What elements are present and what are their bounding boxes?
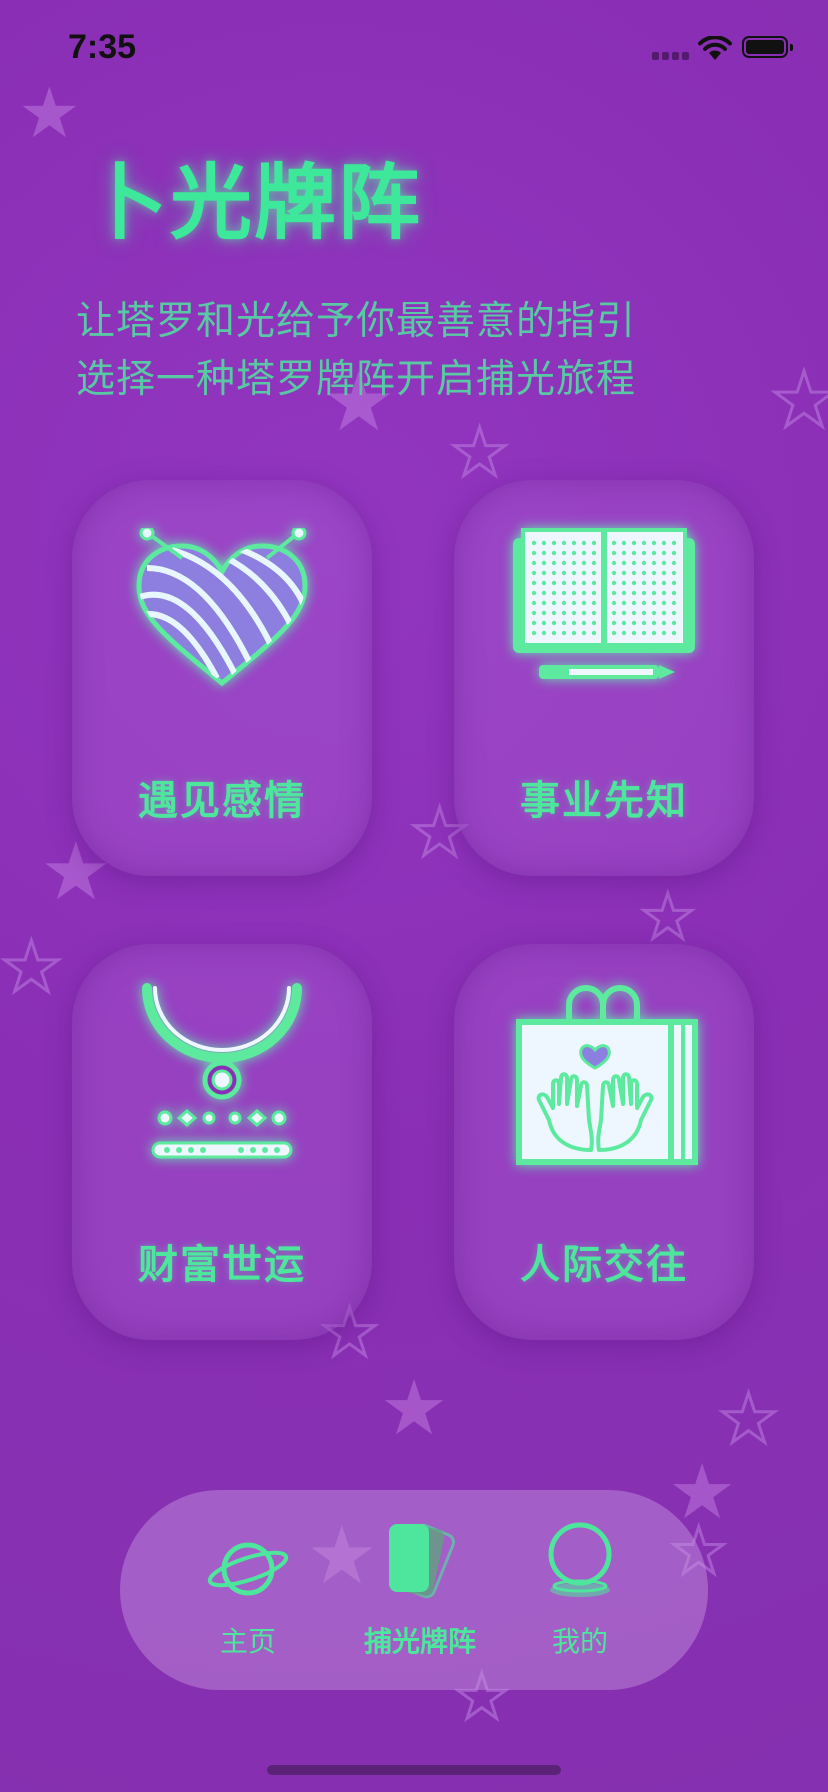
decor-star-icon: ★ <box>639 880 698 953</box>
status-time: 7:35 <box>68 28 137 66</box>
bottom-tab-bar: 主页 捕光牌阵 我的 <box>120 1490 708 1690</box>
cards-icon <box>389 1523 455 1599</box>
tab-mine[interactable]: 我的 <box>522 1490 638 1690</box>
battery-icon <box>742 36 793 58</box>
tab-home[interactable]: 主页 <box>190 1490 306 1690</box>
status-bar: 7:35 <box>0 0 828 100</box>
subtitle-line-1: 让塔罗和光给予你最善意的指引 <box>76 299 637 344</box>
gift-bag-hands-icon <box>516 985 698 1165</box>
decor-star-icon: ★ <box>0 926 64 1008</box>
card-label: 财富世运 <box>138 1242 306 1288</box>
decor-star-icon: ★ <box>768 355 828 444</box>
cellular-signal-icon <box>652 52 690 62</box>
wifi-icon <box>698 36 732 60</box>
spread-card-wealth[interactable]: 财富世运 <box>72 944 372 1340</box>
decor-star-icon: ★ <box>380 1363 449 1452</box>
decor-star-icon: ★ <box>717 1380 781 1459</box>
heart-yarn-icon <box>136 528 308 687</box>
spread-card-career[interactable]: 事业先知 <box>454 480 754 876</box>
card-label: 人际交往 <box>520 1242 688 1288</box>
necklace-icon <box>142 983 302 1159</box>
planet-icon <box>207 1542 289 1596</box>
page-title: 卜光牌阵 <box>86 156 423 251</box>
tab-label: 我的 <box>551 1625 608 1658</box>
tab-spreads[interactable]: 捕光牌阵 <box>350 1490 490 1690</box>
tab-label: 捕光牌阵 <box>363 1625 476 1658</box>
open-book-icon <box>513 528 695 679</box>
card-label: 事业先知 <box>520 778 688 824</box>
spread-card-social[interactable]: 人际交往 <box>454 944 754 1340</box>
tab-label: 主页 <box>219 1625 276 1658</box>
spread-card-love[interactable]: 遇见感情 <box>72 480 372 876</box>
decor-star-icon: ★ <box>448 414 510 491</box>
subtitle-line-2: 选择一种塔罗牌阵开启捕光旅程 <box>76 357 637 402</box>
crystal-ball-icon <box>548 1522 612 1597</box>
home-indicator[interactable] <box>267 1765 561 1775</box>
screen: ★ ★ ★ ★ ★ ★ ★ ★ ★ ★ ★ ★ ★ ★ ★ 7:35 卜光牌阵 … <box>0 0 828 1792</box>
card-label: 遇见感情 <box>138 778 306 824</box>
